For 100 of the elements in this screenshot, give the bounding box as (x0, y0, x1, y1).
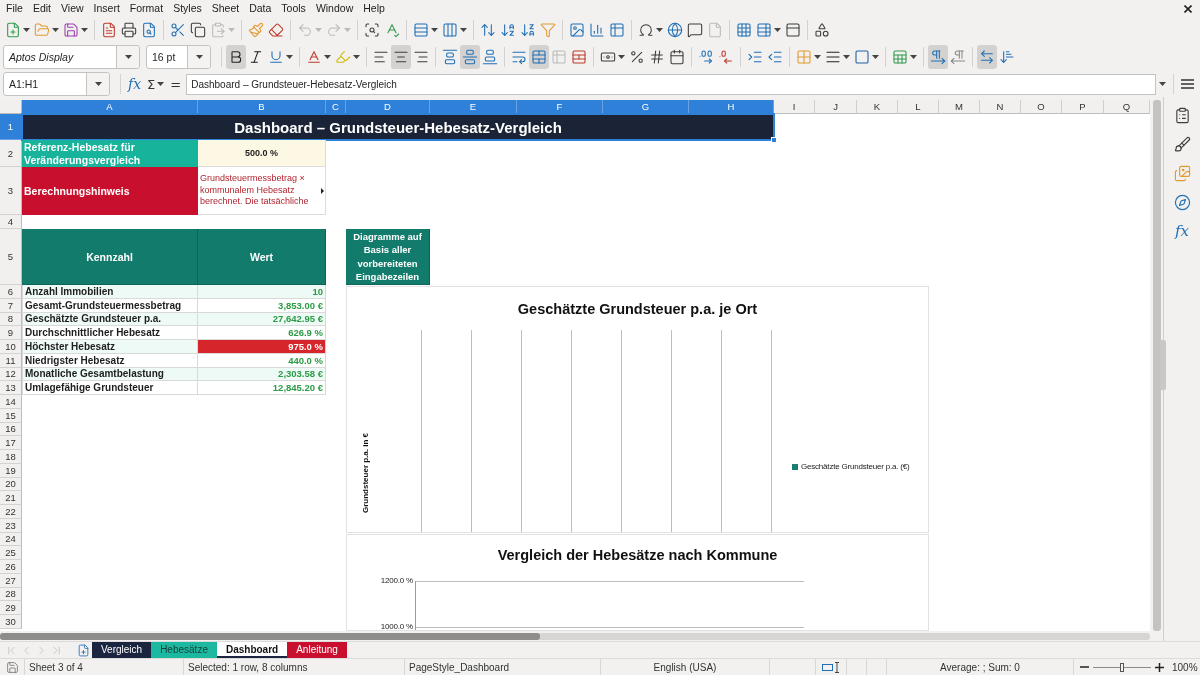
column-header[interactable]: A (22, 100, 198, 114)
menu-item[interactable]: Tools (276, 1, 311, 16)
formula-button[interactable]: = (167, 74, 185, 94)
column-header[interactable]: H (689, 100, 774, 114)
column-header[interactable]: N (980, 100, 1021, 114)
menu-item[interactable]: Styles (168, 1, 207, 16)
caret-icon (286, 55, 293, 59)
menu-item[interactable]: File (1, 1, 28, 16)
y-axis (415, 580, 416, 630)
merge-center-button[interactable] (529, 45, 549, 69)
row-header[interactable]: 2 (0, 140, 22, 167)
outdent-icon (767, 49, 783, 65)
align-bottom-icon (482, 49, 498, 65)
menu-item[interactable]: View (56, 1, 89, 16)
row-header[interactable]: 14 (0, 395, 22, 409)
sheet-tab[interactable]: Dashboard (216, 642, 288, 658)
slider-thumb[interactable] (1120, 662, 1124, 672)
column-header[interactable]: E (430, 100, 517, 114)
column-header[interactable]: Q (1104, 100, 1150, 114)
row-header[interactable]: 5 (0, 229, 22, 285)
row-header[interactable]: 13 (0, 381, 22, 395)
sheet-tab[interactable]: Hebesätze (151, 642, 217, 658)
row-header[interactable]: 17 (0, 436, 22, 450)
zoom-in-button[interactable] (1154, 661, 1165, 673)
search-icon (364, 22, 380, 38)
bold-button[interactable] (226, 45, 246, 69)
rows-icon (413, 22, 429, 38)
row-header[interactable]: 4 (0, 215, 22, 229)
left-to-right-button[interactable] (928, 45, 948, 69)
horizontal-scrollbar[interactable] (0, 632, 1150, 640)
selection-summary: Average: ; Sum: 0 (940, 661, 1020, 673)
square-icon (854, 49, 870, 65)
column-header[interactable]: P (1062, 100, 1104, 114)
menu-item[interactable]: Data (244, 1, 277, 16)
font-name-combobox[interactable]: Aptos Display (3, 45, 140, 69)
column-header[interactable]: D (346, 100, 430, 114)
minus-icon (1080, 666, 1089, 668)
row-header[interactable]: 30 (0, 615, 22, 629)
funnel-icon (540, 22, 556, 38)
column-header[interactable]: G (603, 100, 689, 114)
add-sheet-button[interactable] (76, 642, 90, 658)
sort-descending-icon (520, 22, 536, 38)
language: English (USA) (653, 661, 717, 673)
font-size-combobox[interactable]: 16 pt (146, 45, 211, 69)
banknote-icon (600, 49, 616, 65)
dropdown-button[interactable] (187, 46, 210, 68)
menu-item[interactable]: Help (358, 1, 390, 16)
column-header[interactable]: C (326, 100, 346, 114)
menu-item[interactable]: Sheet (206, 1, 245, 16)
align-center-button[interactable] (391, 45, 411, 69)
column-header[interactable]: M (939, 100, 980, 114)
row-header[interactable]: 25 (0, 546, 22, 560)
row-header[interactable]: 10 (0, 340, 22, 354)
close-document-button[interactable] (1182, 2, 1194, 15)
row-header[interactable]: 3 (0, 167, 22, 215)
sheet-tab[interactable]: Vergleich (92, 642, 152, 658)
column-header[interactable]: F (517, 100, 603, 114)
align-right-icon (413, 49, 429, 65)
left-right-arrows-icon (979, 49, 995, 65)
row-header[interactable]: 29 (0, 601, 22, 615)
menu-icon (1181, 79, 1194, 89)
caret-icon (195, 55, 203, 59)
copy-icon (190, 22, 206, 38)
horizontal-lines-icon (825, 49, 841, 65)
align-middle-icon (462, 49, 478, 65)
column-header[interactable]: L (898, 100, 939, 114)
align-middle-button[interactable] (460, 45, 480, 69)
merge-cells-icon (531, 49, 547, 65)
font-color-icon (306, 49, 322, 65)
text-direction-button[interactable] (977, 45, 997, 69)
name-box-combobox[interactable]: A1:H1 (3, 72, 110, 96)
function-wizard-button[interactable]: fx (125, 74, 145, 94)
column-header[interactable]: I (774, 100, 815, 114)
row-header[interactable]: 26 (0, 560, 22, 574)
label-cell: Berechnungshinweis (22, 167, 198, 215)
sidebar-collapse-handle[interactable] (1160, 340, 1166, 390)
fill-handle[interactable] (771, 137, 777, 143)
dropdown-button[interactable] (86, 73, 109, 95)
menu-item[interactable]: Insert (88, 1, 125, 16)
dropdown-button[interactable] (116, 46, 139, 68)
menu-item[interactable]: Edit (27, 1, 56, 16)
formula-input-field[interactable]: Dashboard – Grundsteuer-Hebesatz-Vergleich (186, 73, 1156, 95)
row-header[interactable]: 9 (0, 326, 22, 340)
paintbrush-icon (248, 22, 264, 38)
row-header[interactable]: 18 (0, 450, 22, 464)
column-header[interactable]: O (1021, 100, 1062, 114)
column-header[interactable]: B (198, 100, 326, 114)
row-header[interactable]: 6 (0, 285, 22, 299)
scrollbar-thumb[interactable] (0, 632, 540, 640)
row-header[interactable]: 21 (0, 491, 22, 505)
row-header[interactable]: 22 (0, 505, 22, 519)
column-header[interactable]: J (815, 100, 857, 114)
functions-button[interactable]: fx (1171, 221, 1193, 241)
sheet-tab[interactable]: Anleitung (287, 642, 347, 658)
column-heading-cell: Wert (198, 229, 326, 285)
menu-item[interactable]: Window (310, 1, 359, 16)
sum-button[interactable]: Σ (144, 74, 168, 94)
menu-item[interactable]: Format (124, 1, 169, 16)
column-header[interactable]: K (857, 100, 898, 114)
row-header[interactable]: 1 (0, 114, 22, 140)
